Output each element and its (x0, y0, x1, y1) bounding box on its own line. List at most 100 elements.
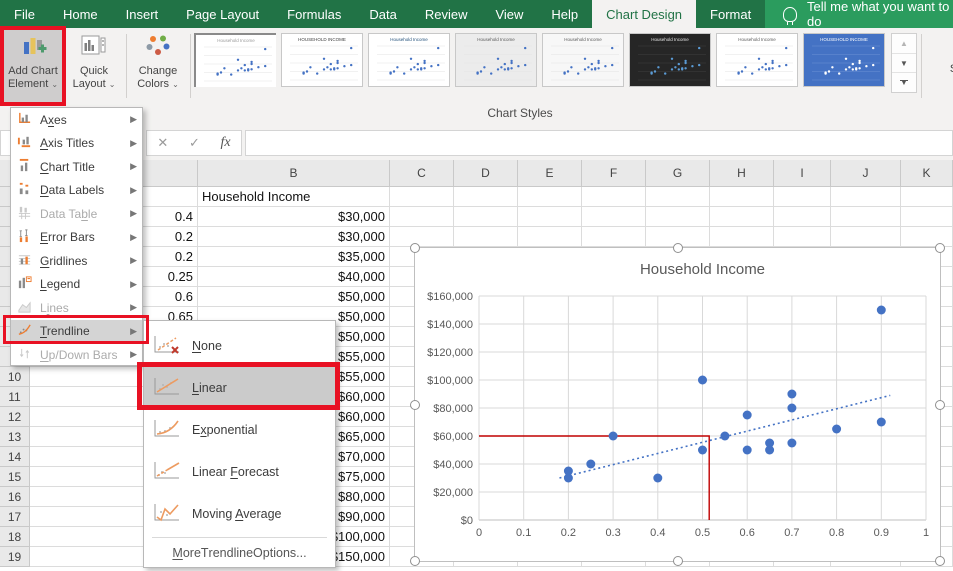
data-point[interactable] (608, 431, 618, 441)
tab-home[interactable]: Home (49, 0, 112, 28)
gallery-scroll-down-button[interactable]: ▼ (892, 54, 916, 74)
cell-J3[interactable] (831, 227, 901, 247)
cell-F2[interactable] (582, 207, 646, 227)
data-point[interactable] (698, 375, 707, 385)
chart-selection-handle[interactable] (935, 399, 945, 410)
column-header-K[interactable]: K (901, 160, 953, 187)
chart-selection-handle[interactable] (935, 243, 945, 253)
data-point[interactable] (787, 403, 797, 413)
row-header-10[interactable]: 10 (0, 367, 30, 387)
column-header-E[interactable]: E (518, 160, 582, 187)
data-point[interactable] (742, 445, 752, 455)
cell-C3[interactable] (390, 227, 454, 247)
row-header-12[interactable]: 12 (0, 407, 30, 427)
tab-review[interactable]: Review (411, 0, 482, 28)
gallery-scroll-up-button[interactable]: ▲ (892, 34, 916, 54)
chart-selection-handle[interactable] (410, 243, 420, 253)
cancel-icon[interactable]: ✕ (157, 135, 168, 151)
cell-C1[interactable] (390, 187, 454, 207)
chart-style-thumbnail-5[interactable]: Household Income (542, 33, 624, 87)
column-header-D[interactable]: D (454, 160, 518, 187)
add-chart-element-button[interactable]: Add Chart Element ⌄ (2, 30, 64, 104)
menu-item-axes[interactable]: Axes ▶ (11, 108, 142, 132)
chart-selection-handle[interactable] (410, 399, 420, 410)
chart-style-thumbnail-1[interactable]: Household Income (194, 33, 276, 87)
menu-item-chart-title[interactable]: Chart Title ▶ (11, 155, 142, 179)
submenu-item-none[interactable]: None (144, 325, 335, 367)
data-point[interactable] (876, 417, 886, 427)
cell-B6[interactable]: $50,000 (198, 287, 390, 307)
cell-K1[interactable] (901, 187, 953, 207)
cell-B4[interactable]: $35,000 (198, 247, 390, 267)
tab-data[interactable]: Data (355, 0, 410, 28)
column-header-F[interactable]: F (582, 160, 646, 187)
cell-G1[interactable] (646, 187, 710, 207)
tab-page-layout[interactable]: Page Layout (172, 0, 273, 28)
cell-J1[interactable] (831, 187, 901, 207)
cell-D2[interactable] (454, 207, 518, 227)
chart-style-thumbnail-3[interactable]: Household Income (368, 33, 450, 87)
cell-B1[interactable]: Household Income (198, 187, 390, 207)
cell-D1[interactable] (454, 187, 518, 207)
chart-style-thumbnail-7[interactable]: Household Income (716, 33, 798, 87)
row-header-17[interactable]: 17 (0, 507, 30, 527)
cell-J2[interactable] (831, 207, 901, 227)
submenu-item-more-trendline-options[interactable]: More Trendline Options... (144, 540, 335, 566)
data-point[interactable] (742, 410, 752, 420)
cell-H1[interactable] (710, 187, 774, 207)
data-point[interactable] (698, 445, 707, 455)
cell-C2[interactable] (390, 207, 454, 227)
menu-item-data-labels[interactable]: Data Labels ▶ (11, 179, 142, 203)
submenu-item-linear[interactable]: Linear (144, 367, 335, 409)
chart-style-thumbnail-6[interactable]: Household Income (629, 33, 711, 87)
data-point[interactable] (787, 389, 797, 399)
cell-G2[interactable] (646, 207, 710, 227)
cell-I1[interactable] (774, 187, 831, 207)
row-header-19[interactable]: 19 (0, 547, 30, 567)
menu-item-legend[interactable]: Legend ▶ (11, 273, 142, 297)
row-header-15[interactable]: 15 (0, 467, 30, 487)
row-header-13[interactable]: 13 (0, 427, 30, 447)
submenu-item-exponential[interactable]: Exponential (144, 409, 335, 451)
row-header-14[interactable]: 14 (0, 447, 30, 467)
cell-H3[interactable] (710, 227, 774, 247)
submenu-item-linear-forecast[interactable]: Linear Forecast (144, 451, 335, 493)
cell-F1[interactable] (582, 187, 646, 207)
row-header-11[interactable]: 11 (0, 387, 30, 407)
cell-K2[interactable] (901, 207, 953, 227)
cell-B3[interactable]: $30,000 (198, 227, 390, 247)
change-colors-button[interactable]: Change Colors ⌄ (130, 30, 186, 104)
data-point[interactable] (720, 431, 730, 441)
cell-K3[interactable] (901, 227, 953, 247)
menu-item-trendline[interactable]: Trendline ▶ (11, 319, 142, 343)
column-header-H[interactable]: H (710, 160, 774, 187)
data-point[interactable] (765, 438, 775, 448)
cell-B2[interactable]: $30,000 (198, 207, 390, 227)
tab-help[interactable]: Help (537, 0, 592, 28)
cell-E3[interactable] (518, 227, 582, 247)
menu-item-axis-titles[interactable]: Axis Titles ▶ (11, 132, 142, 156)
cell-B5[interactable]: $40,000 (198, 267, 390, 287)
cell-I3[interactable] (774, 227, 831, 247)
chart-selection-handle[interactable] (672, 556, 683, 566)
tab-view[interactable]: View (481, 0, 537, 28)
chart-style-thumbnail-2[interactable]: HOUSEHOLD INCOME (281, 33, 363, 87)
chart-selection-handle[interactable] (935, 556, 945, 566)
chart-style-thumbnail-4[interactable]: Household Income (455, 33, 537, 87)
tab-format[interactable]: Format (696, 0, 765, 28)
chart-style-thumbnail-8[interactable]: HOUSEHOLD INCOME (803, 33, 885, 87)
cell-E1[interactable] (518, 187, 582, 207)
enter-icon[interactable]: ✓ (189, 135, 200, 151)
menu-item-gridlines[interactable]: Gridlines ▶ (11, 249, 142, 273)
tell-me-box[interactable]: Tell me what you want to do (765, 0, 953, 29)
quick-layout-button[interactable]: Quick Layout ⌄ (66, 30, 122, 104)
menu-item-error-bars[interactable]: Error Bars ▶ (11, 226, 142, 250)
tab-insert[interactable]: Insert (112, 0, 173, 28)
column-header-C[interactable]: C (390, 160, 454, 187)
row-header-16[interactable]: 16 (0, 487, 30, 507)
tab-file[interactable]: File (0, 0, 49, 28)
cell-I2[interactable] (774, 207, 831, 227)
chart-selection-handle[interactable] (410, 556, 420, 566)
data-point[interactable] (563, 466, 573, 476)
switch-row-column-button[interactable]: Switc Co (928, 30, 953, 108)
